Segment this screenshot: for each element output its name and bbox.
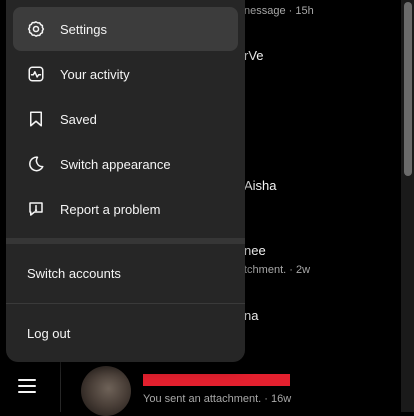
menu-item-label: Switch appearance xyxy=(60,156,171,172)
log-out-button[interactable]: Log out xyxy=(13,313,238,353)
chat-name-fragment: rVe xyxy=(244,48,264,63)
bookmark-icon xyxy=(26,109,46,129)
switch-accounts-button[interactable]: Switch accounts xyxy=(13,253,238,293)
menu-item-your-activity[interactable]: Your activity xyxy=(13,52,238,96)
menu-divider xyxy=(6,303,245,304)
moon-icon xyxy=(26,154,46,174)
menu-item-report-a-problem[interactable]: Report a problem xyxy=(13,187,238,231)
menu-item-saved[interactable]: Saved xyxy=(13,97,238,141)
report-icon xyxy=(26,199,46,219)
chat-name-fragment: nee xyxy=(244,243,266,258)
menu-item-settings[interactable]: Settings xyxy=(13,7,238,51)
menu-item-label: Report a problem xyxy=(60,201,161,217)
chat-preview-fragment: tchment. · 2w xyxy=(244,264,311,276)
chat-name-fragment: Aisha xyxy=(244,178,277,193)
last-message-preview: You sent an attachment. · 16w xyxy=(143,393,292,405)
chat-name-fragment: na xyxy=(244,308,259,323)
switch-accounts-label: Switch accounts xyxy=(27,265,121,281)
menu-item-label: Settings xyxy=(60,21,107,37)
menu-item-label: Your activity xyxy=(60,66,130,82)
activity-icon xyxy=(26,64,46,84)
avatar[interactable] xyxy=(81,366,131,416)
chat-preview-fragment: nessage · 15h xyxy=(244,5,314,17)
scrollbar-thumb[interactable] xyxy=(404,2,412,176)
redacted-username xyxy=(143,374,290,386)
more-menu-icon[interactable] xyxy=(18,378,38,396)
menu-item-label: Saved xyxy=(60,111,97,127)
menu-divider xyxy=(6,238,245,244)
settings-icon xyxy=(26,19,46,39)
more-menu: Settings Your activity Saved Switch appe… xyxy=(6,0,245,362)
log-out-label: Log out xyxy=(27,325,71,341)
menu-item-switch-appearance[interactable]: Switch appearance xyxy=(13,142,238,186)
